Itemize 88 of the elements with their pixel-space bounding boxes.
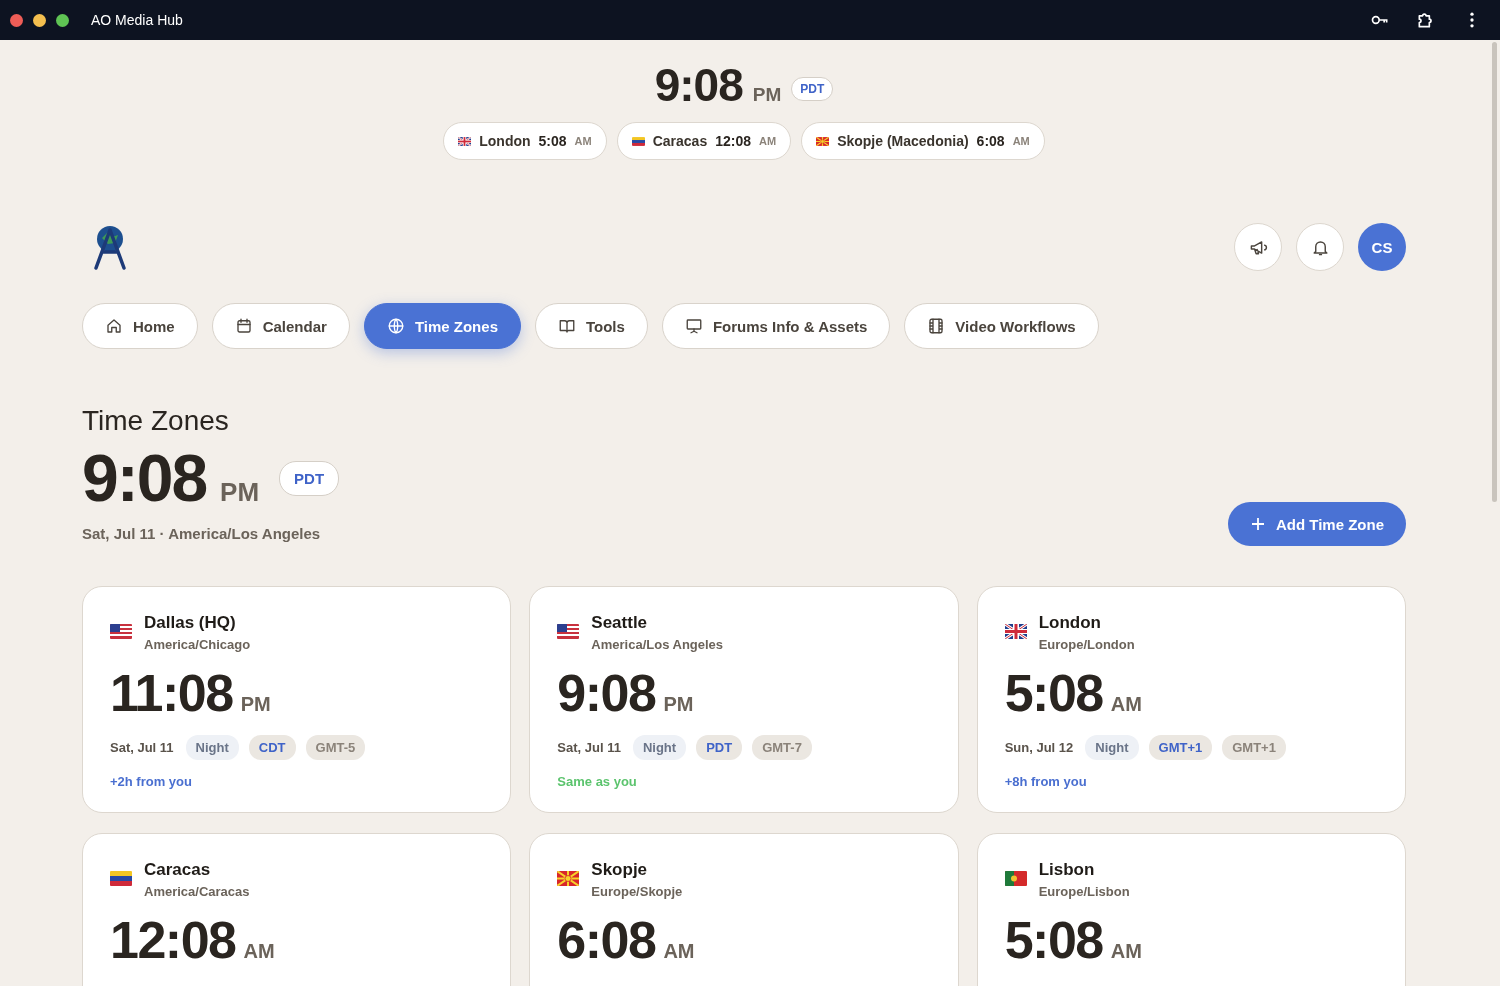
city-time: 5:08: [538, 133, 567, 149]
city-time: 12:08: [715, 133, 751, 149]
offset-tag: GMT+1: [1222, 734, 1286, 760]
city-name: Skopje (Macedonia): [837, 133, 969, 149]
city-time: 6:08: [557, 913, 656, 968]
time-period: AM: [1110, 693, 1142, 716]
city-name: London: [1038, 613, 1102, 633]
zone-name: America/Los Angeles: [591, 637, 724, 652]
calendar-icon: [234, 317, 253, 335]
zone-name: America/Caracas: [144, 884, 250, 899]
scrollbar[interactable]: [1492, 42, 1497, 502]
flag-icon: [458, 136, 472, 146]
add-time-zone-button[interactable]: Add Time Zone: [1227, 502, 1406, 546]
time-period: AM: [759, 135, 777, 147]
minimize-window-button[interactable]: [33, 13, 46, 27]
timezone-tag: GMT+1: [1148, 734, 1213, 760]
city-time: 5:08: [1004, 913, 1103, 968]
flag-icon: [816, 136, 830, 146]
daypart-tag: Night: [1085, 734, 1139, 760]
home-icon: [105, 317, 123, 335]
time-period: PM: [220, 477, 260, 508]
notifications-button[interactable]: [1296, 223, 1344, 271]
globe-icon: [386, 317, 405, 335]
zone-name: America/Chicago: [144, 637, 251, 652]
city-time: 5:08: [1004, 666, 1103, 721]
flag-icon: [1004, 624, 1027, 639]
page-title: Time Zones: [82, 405, 230, 437]
city-time: 12:08: [110, 913, 236, 968]
announcements-button[interactable]: [1234, 223, 1282, 271]
city-name: Skopje: [591, 860, 649, 880]
timezone-tag: PDT: [696, 734, 743, 760]
time-period: AM: [1012, 135, 1030, 147]
nav-tab[interactable]: Calendar: [211, 303, 350, 349]
flag-icon: [557, 624, 580, 639]
city-name: Lisbon: [1038, 860, 1096, 880]
city-time: 11:08: [110, 666, 233, 721]
presentation-icon: [684, 317, 703, 335]
zone-name: Europe/Lisbon: [1038, 884, 1130, 899]
time-difference: Same as you: [557, 773, 638, 789]
offset-tag: GMT-5: [305, 734, 366, 760]
city-name: London: [479, 133, 531, 149]
daypart-tag: Night: [632, 734, 687, 760]
time-period: AM: [663, 940, 695, 963]
city-name: Caracas: [144, 860, 212, 880]
close-window-button[interactable]: [10, 13, 23, 27]
zone-name: Europe/Skopje: [591, 884, 683, 899]
city-name: Caracas: [652, 133, 708, 149]
current-time: 9:08: [82, 445, 207, 511]
logo-icon[interactable]: [92, 224, 128, 270]
time-period: PM: [240, 693, 271, 716]
zoom-window-button[interactable]: [56, 13, 69, 27]
nav-tab[interactable]: Time Zones: [363, 303, 521, 349]
current-time: 9:08: [654, 58, 743, 112]
time-period: AM: [1110, 940, 1142, 963]
timezone-badge: PDT: [791, 77, 834, 101]
window-title: AO Media Hub: [91, 12, 184, 28]
time-period: PM: [663, 693, 694, 716]
city-time: 9:08: [557, 666, 656, 721]
date-text: Sun, Jul 12: [1004, 739, 1074, 755]
date-location: Sat, Jul 11 · America/Los Angeles: [82, 525, 322, 542]
nav-tab[interactable]: Forums Info & Assets: [661, 303, 891, 349]
time-difference: +2h from you: [110, 773, 193, 789]
film-icon: [927, 317, 946, 335]
city-name: Seattle: [591, 613, 649, 633]
date-text: Sat, Jul 11: [557, 739, 621, 755]
flag-icon: [557, 871, 580, 886]
city-time: 6:08: [976, 133, 1005, 149]
city-name: Dallas (HQ): [144, 613, 237, 633]
date-text: Sat, Jul 11: [110, 739, 174, 755]
flag-icon: [631, 136, 645, 146]
flag-icon: [110, 871, 132, 886]
nav-tab[interactable]: Tools: [535, 303, 648, 349]
nav-tab[interactable]: Video Workflows: [904, 303, 1099, 349]
offset-tag: GMT-7: [752, 734, 812, 760]
flag-icon: [1004, 871, 1027, 886]
book-icon: [558, 317, 576, 335]
flag-icon: [110, 624, 132, 639]
time-period: AM: [243, 940, 275, 963]
timezone-badge: PDT: [279, 460, 340, 496]
nav-tab[interactable]: Home: [82, 303, 198, 349]
time-period: AM: [574, 135, 592, 147]
zone-name: Europe/London: [1038, 637, 1135, 652]
time-difference: +8h from you: [1004, 773, 1088, 789]
daypart-tag: Night: [185, 734, 239, 760]
time-period: PM: [752, 84, 782, 106]
timezone-tag: CDT: [248, 734, 296, 760]
plus-icon: [1249, 516, 1266, 532]
user-avatar[interactable]: CS: [1358, 223, 1406, 271]
